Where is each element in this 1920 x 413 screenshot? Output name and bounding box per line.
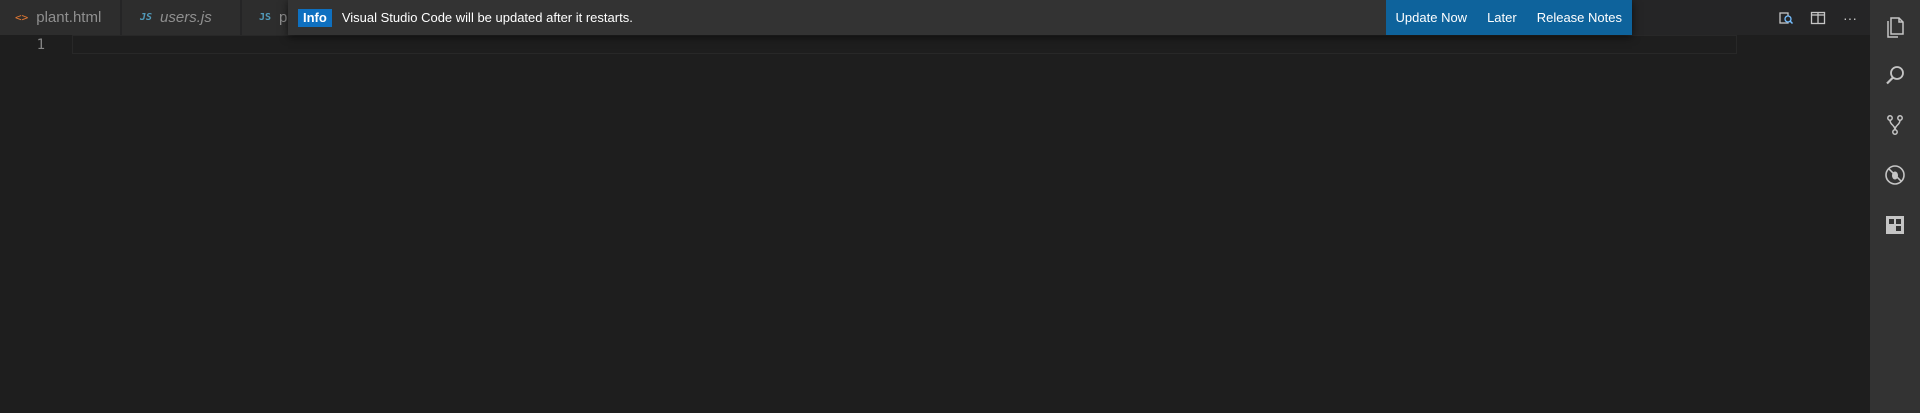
files-icon — [1887, 17, 1904, 38]
tab-label: plant.html — [36, 9, 102, 26]
split-editor-button[interactable] — [1802, 0, 1834, 35]
tab-label: users.js — [160, 9, 212, 26]
js-file-icon: JS — [140, 12, 153, 23]
source-control-icon — [1887, 115, 1903, 135]
notification-actions: Update Now Later Release Notes — [1385, 0, 1632, 35]
current-line-highlight[interactable] — [72, 35, 1737, 54]
later-button[interactable]: Later — [1477, 0, 1527, 35]
open-changes-button[interactable] — [1770, 0, 1802, 35]
split-editor-icon — [1810, 11, 1826, 24]
update-now-button[interactable]: Update Now — [1386, 0, 1478, 35]
release-notes-button[interactable]: Release Notes — [1527, 0, 1632, 35]
source-control-button[interactable] — [1870, 100, 1920, 150]
line-number: 1 — [36, 37, 45, 53]
info-badge: Info — [298, 8, 332, 27]
debug-icon — [1885, 165, 1905, 185]
update-notification: Info Visual Studio Code will be updated … — [288, 0, 1632, 35]
more-actions-button[interactable]: ··· — [1834, 0, 1866, 35]
editor-actions: ··· — [1770, 0, 1866, 35]
tab-plant-html[interactable]: <> plant.html — [0, 0, 120, 35]
notification-message: Visual Studio Code will be updated after… — [341, 10, 633, 25]
minimap[interactable] — [1737, 35, 1870, 413]
activity-bar — [1870, 0, 1920, 413]
explorer-button[interactable] — [1870, 2, 1920, 52]
search-icon — [1886, 66, 1904, 85]
more-icon: ··· — [1843, 9, 1857, 26]
html-file-icon: <> — [15, 11, 29, 24]
extensions-icon — [1886, 216, 1904, 234]
tab-users-js[interactable]: JS users.js — [122, 0, 240, 35]
open-changes-icon — [1779, 11, 1794, 24]
js-file-icon: JS — [259, 12, 272, 23]
vscode-window: <> plant.html JS users.js JS pl ··· 1 In… — [0, 0, 1920, 413]
search-button[interactable] — [1870, 50, 1920, 100]
extensions-button[interactable] — [1870, 200, 1920, 250]
debug-button[interactable] — [1870, 150, 1920, 200]
